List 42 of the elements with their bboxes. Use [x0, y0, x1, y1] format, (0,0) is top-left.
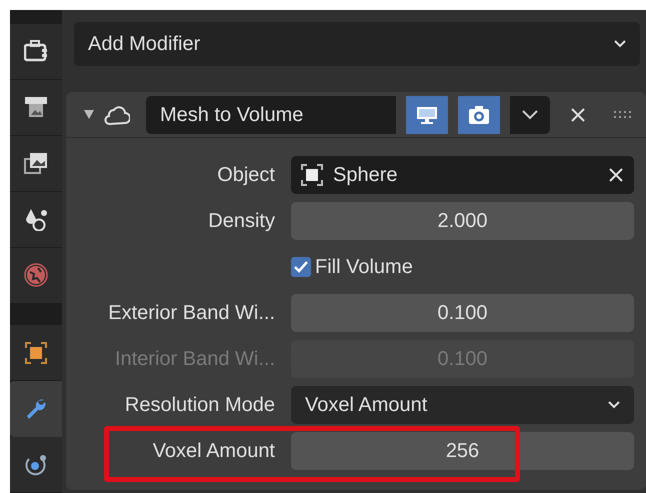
number-field[interactable]: 256: [291, 432, 634, 470]
properties-tab[interactable]: [10, 24, 62, 80]
modifier-name-field[interactable]: Mesh to Volume: [146, 96, 396, 134]
object-icon: [301, 164, 323, 186]
square-object-icon: [24, 340, 48, 365]
chevron-down-icon: [522, 110, 538, 120]
stacked-images-icon: [24, 152, 48, 174]
number-field[interactable]: 0.100: [291, 294, 634, 332]
properties-tab[interactable]: [10, 136, 62, 192]
chevron-down-icon: [608, 401, 620, 409]
properties-tab[interactable]: [10, 80, 62, 136]
fill-volume-checkbox[interactable]: Fill Volume: [291, 252, 413, 282]
render-toggle[interactable]: [458, 96, 500, 134]
add-modifier-dropdown[interactable]: Add Modifier: [74, 22, 640, 66]
property-label: Resolution Mode: [124, 393, 275, 418]
wrench-icon: [24, 397, 48, 422]
property-label: Object: [216, 163, 275, 188]
camera-icon: [467, 104, 491, 124]
globe-icon: [24, 263, 48, 288]
monitor-icon: [415, 104, 439, 124]
disclosure-triangle-icon[interactable]: [84, 110, 94, 119]
property-label: Exterior Band Wi...: [107, 301, 275, 326]
extra-menu-button[interactable]: [510, 96, 550, 134]
orbit-icon: [24, 452, 48, 477]
toolbox-icon: [24, 40, 48, 62]
chevron-down-icon: [614, 40, 626, 48]
property-label: Interior Band Wi...: [114, 347, 275, 372]
properties-tab[interactable]: [10, 437, 62, 493]
property-label: Density: [207, 209, 275, 234]
close-icon[interactable]: [570, 106, 586, 122]
properties-tab[interactable]: [10, 192, 62, 248]
object-field[interactable]: Sphere: [291, 156, 634, 194]
drag-handle-icon[interactable]: [614, 110, 632, 118]
properties-tab[interactable]: [10, 325, 62, 382]
property-label: Voxel Amount: [152, 439, 275, 464]
viewport-toggle[interactable]: [406, 96, 448, 134]
checkbox[interactable]: [291, 257, 311, 277]
number-field[interactable]: 2.000: [291, 202, 634, 240]
resolution-mode-dropdown[interactable]: Voxel Amount: [291, 386, 634, 424]
printer-icon: [24, 96, 48, 118]
drops-icon: [24, 207, 48, 232]
clear-icon[interactable]: [608, 167, 624, 183]
